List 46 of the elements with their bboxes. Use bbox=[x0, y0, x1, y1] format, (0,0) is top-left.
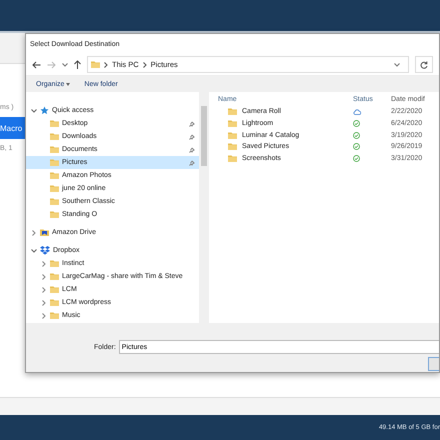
chevron-right-icon bbox=[142, 62, 147, 68]
folder-icon bbox=[50, 272, 59, 281]
folder-icon bbox=[228, 119, 237, 128]
folder-icon bbox=[50, 132, 59, 141]
folder-icon bbox=[50, 285, 59, 294]
chevron-down-icon[interactable] bbox=[30, 248, 37, 252]
chevron-right-icon[interactable] bbox=[40, 274, 47, 280]
folder-icon bbox=[50, 210, 59, 219]
macro-button[interactable]: Macro bbox=[0, 117, 26, 139]
folder-icon bbox=[228, 142, 237, 152]
pin-icon[interactable] bbox=[189, 134, 195, 140]
folder-icon bbox=[50, 171, 59, 180]
folder-icon bbox=[50, 298, 59, 307]
save-button[interactable] bbox=[428, 357, 439, 371]
pin-icon[interactable] bbox=[189, 146, 195, 152]
chevron-right-icon[interactable] bbox=[40, 312, 47, 318]
folder-icon bbox=[50, 311, 59, 320]
folder-icon bbox=[50, 119, 59, 128]
star-icon bbox=[40, 106, 49, 115]
forward-icon[interactable] bbox=[47, 60, 56, 68]
chevron-down-icon[interactable] bbox=[30, 108, 37, 112]
folder-icon bbox=[228, 154, 237, 164]
refresh-button[interactable] bbox=[415, 56, 433, 73]
folder-icon bbox=[50, 259, 59, 268]
pin-icon[interactable] bbox=[189, 160, 195, 166]
caret-icon[interactable] bbox=[66, 82, 70, 86]
back-icon[interactable] bbox=[32, 60, 41, 68]
chevron-down-icon[interactable] bbox=[62, 62, 68, 66]
folder-icon bbox=[91, 60, 100, 69]
folder-icon bbox=[228, 107, 237, 116]
folder-icon bbox=[50, 145, 59, 154]
chevron-right-icon[interactable] bbox=[40, 260, 47, 266]
up-icon[interactable] bbox=[74, 60, 81, 69]
chevron-right-icon[interactable] bbox=[30, 230, 37, 236]
chevron-right-icon bbox=[104, 62, 108, 68]
folder-icon bbox=[50, 184, 59, 193]
chevron-right-icon[interactable] bbox=[40, 300, 47, 306]
chevron-down-icon[interactable] bbox=[394, 62, 400, 66]
dropbox-icon bbox=[40, 246, 50, 255]
refresh-icon bbox=[420, 60, 428, 68]
folder-icon bbox=[50, 158, 59, 167]
folder-icon bbox=[50, 197, 59, 206]
pin-icon[interactable] bbox=[189, 120, 195, 126]
chevron-right-icon[interactable] bbox=[40, 286, 47, 292]
drive-icon bbox=[40, 228, 49, 237]
folder-icon bbox=[228, 130, 237, 140]
